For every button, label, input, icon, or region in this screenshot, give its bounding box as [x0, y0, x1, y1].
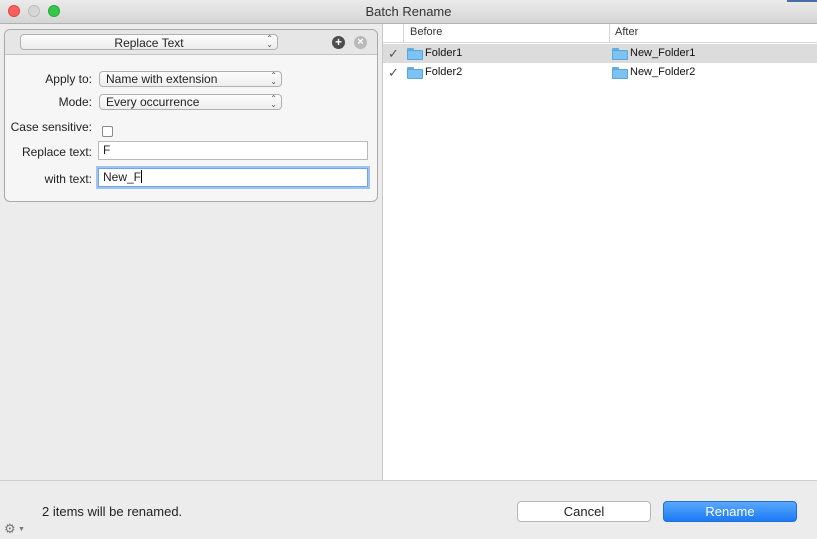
apply-to-popup[interactable]: Name with extension ⌃ ⌄ — [99, 71, 282, 87]
rule-box: Replace Text ⌃ ⌄ + × Apply to: Name with … — [4, 29, 378, 202]
cancel-button[interactable]: Cancel — [517, 501, 651, 522]
rules-panel: Replace Text ⌃ ⌄ + × Apply to: Name with … — [0, 24, 383, 480]
remove-rule-button[interactable]: × — [354, 36, 367, 49]
folder-icon — [407, 67, 423, 79]
mode-value: Every occurrence — [106, 95, 200, 109]
check-icon[interactable]: ✓ — [388, 46, 399, 62]
preview-table[interactable]: Before After ✓ Folder1 New_Folder1 ✓ Fol… — [383, 24, 817, 480]
table-row[interactable]: ✓ Folder1 New_Folder1 — [383, 44, 817, 63]
window-title: Batch Rename — [365, 4, 452, 19]
rule-type-label: Replace Text — [114, 36, 184, 50]
check-icon[interactable]: ✓ — [388, 65, 399, 81]
case-sensitive-label: Case sensitive: — [10, 120, 92, 134]
folder-icon — [612, 48, 628, 60]
rule-type-popup[interactable]: Replace Text ⌃ ⌄ — [20, 34, 278, 50]
popup-arrows-icon: ⌃ ⌄ — [266, 34, 273, 49]
replace-text-label: Replace text: — [21, 145, 92, 159]
table-row[interactable]: ✓ Folder2 New_Folder2 — [383, 63, 817, 82]
column-header-after[interactable]: After — [615, 26, 638, 38]
with-text-label: with text: — [44, 172, 92, 186]
add-rule-button[interactable]: + — [332, 36, 345, 49]
folder-icon — [612, 67, 628, 79]
chevron-down-icon[interactable]: ▼ — [18, 526, 25, 533]
rename-button[interactable]: Rename — [663, 501, 797, 522]
footer-bar: 2 items will be renamed. Cancel Rename ⚙… — [0, 480, 817, 539]
before-name: Folder2 — [425, 66, 463, 78]
apply-to-value: Name with extension — [106, 72, 218, 86]
replace-text-field[interactable]: F — [98, 141, 368, 160]
corner-accent — [787, 0, 817, 2]
apply-to-label: Apply to: — [45, 72, 92, 86]
table-header: Before After — [383, 24, 817, 43]
before-name: Folder1 — [425, 47, 463, 59]
popup-arrows-icon: ⌃ ⌄ — [270, 94, 277, 109]
status-text: 2 items will be renamed. — [42, 504, 183, 519]
popup-arrows-icon: ⌃ ⌄ — [270, 71, 277, 86]
mode-popup[interactable]: Every occurrence ⌃ ⌄ — [99, 94, 282, 110]
after-name: New_Folder1 — [630, 47, 696, 59]
column-header-before[interactable]: Before — [410, 26, 442, 38]
text-caret — [141, 170, 143, 183]
title-bar: Batch Rename — [0, 0, 817, 24]
rule-header: Replace Text ⌃ ⌄ + × — [5, 30, 377, 55]
after-name: New_Folder2 — [630, 66, 696, 78]
case-sensitive-checkbox[interactable] — [102, 126, 113, 137]
replace-text-value: F — [103, 143, 111, 157]
mode-label: Mode: — [58, 95, 92, 109]
column-separator[interactable] — [403, 24, 404, 42]
gear-icon[interactable]: ⚙ — [4, 521, 16, 537]
column-separator[interactable] — [609, 24, 610, 42]
folder-icon — [407, 48, 423, 60]
with-text-field[interactable]: New_F — [98, 168, 368, 187]
with-text-value: New_F — [103, 170, 142, 184]
